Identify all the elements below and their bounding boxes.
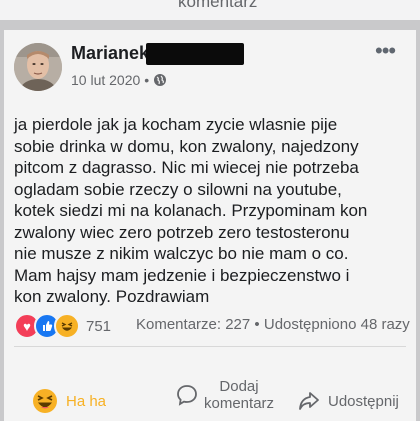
actions-divider [14,346,406,347]
post-line: ja pierdole jak ja kocham zycie wlasnie … [14,115,338,134]
post-line: nie musze z nikim walczyc bo nie mam o c… [14,244,349,263]
stats-separator: • [254,316,260,333]
redacted-surname [146,43,244,65]
comment-count[interactable]: Komentarze: 227 [136,316,250,333]
post-text: ja pierdole jak ja kocham zycie wlasnie … [14,114,414,308]
comment-icon [177,385,197,406]
avatar-photo [14,43,62,91]
haha-button[interactable]: Ha ha [32,388,106,414]
share-icon [299,392,319,410]
post-line: Mam hajsy mam jedzenie i bezpieczenstwo … [14,265,350,285]
meta-separator: • [144,72,150,88]
post-line: zwalony wiec zero potrzeb zero testoster… [14,222,350,242]
post-line: sobie drinka w domu, kon zwalony, najedz… [14,136,359,156]
post-line: ogladam sobie rzeczy o silowni na youtub… [14,179,342,199]
post-meta: 10 lut 2020 • [71,72,167,88]
haha-reaction-icon [33,389,57,413]
comment-label: Dodaj komentarz [204,378,274,412]
avatar[interactable] [14,43,62,91]
share-label: Udostępnij [328,392,399,410]
previous-post-strip: komentarz [0,0,420,20]
haha-reaction-icon [54,313,80,339]
haha-label: Ha ha [66,392,107,410]
comment-label-line2: komentarz [204,395,275,412]
comment-label-line1: Dodaj [219,378,259,395]
globe-icon[interactable] [153,73,167,87]
reaction-count: 751 [86,317,112,335]
author-name[interactable]: Marianek [71,43,149,64]
post-date[interactable]: 10 lut 2020 [71,72,140,88]
post-line: kon zwalony. Pozdrawiam [14,287,210,306]
previous-comment-label: komentarz [178,0,258,11]
post-card: Marianek ••• 10 lut 2020 • ja pierdole j… [4,30,416,421]
post-line: kotek siedzi mi na kolanach. Przypominam… [14,201,368,220]
post-line: pitcom z dagrasso. Nic mi wiecej nie pot… [14,158,359,177]
comment-button[interactable]: Dodaj komentarz [176,378,274,412]
share-count[interactable]: Udostępniono 48 razy [264,316,410,333]
more-options-icon[interactable]: ••• [375,38,396,64]
share-button[interactable]: Udostępnij [298,391,399,411]
reactions-summary[interactable]: ♥ 751 [14,313,111,339]
engagement-stats: Komentarze: 227 • Udostępniono 48 razy [136,316,410,333]
